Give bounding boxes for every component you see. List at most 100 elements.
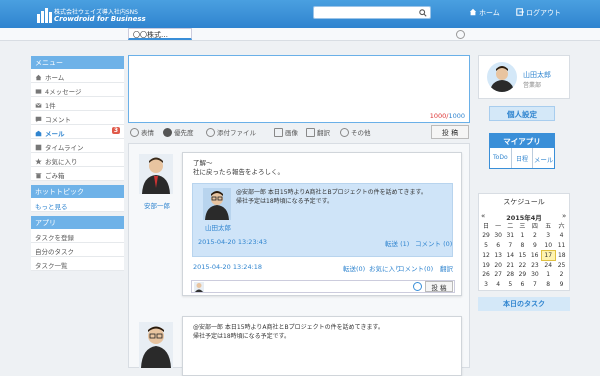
sidebar-item-mail[interactable]: メール 3 [31, 125, 124, 139]
sidebar-item-task-list[interactable]: タスク一覧 [31, 257, 124, 271]
reply-post-button[interactable]: 投 稿 [425, 281, 453, 292]
nav-logout-link[interactable]: ログアウト [516, 8, 561, 18]
sidebar: メニュー ホーム 4メッセージ 1件 コメント メール 3 タイムライン お気に入… [31, 55, 124, 271]
calendar-day[interactable]: 2 [528, 231, 541, 241]
author-avatar[interactable] [139, 154, 173, 194]
post-composer-textarea[interactable]: 1000/1000 [128, 55, 470, 123]
calendar-day[interactable]: 9 [528, 241, 541, 251]
myapp-schedule-button[interactable]: 日程 [512, 148, 534, 168]
search-input[interactable] [313, 6, 431, 19]
emoji-tool[interactable]: 表情 [130, 127, 154, 137]
calendar-day[interactable]: 12 [480, 250, 492, 260]
post-translate-link[interactable]: 翻訳 [440, 263, 453, 273]
quoted-author-avatar[interactable] [203, 188, 231, 220]
calendar-day[interactable]: 25 [555, 260, 568, 270]
calendar-day[interactable]: 6 [492, 241, 504, 251]
calendar-day[interactable]: 31 [504, 231, 516, 241]
calendar-day[interactable]: 16 [528, 250, 541, 260]
app-logo[interactable]: 株式会社ウェイズ導入社内SNS Crowdroid for Business [36, 6, 146, 24]
post-forward-link[interactable]: 転送(0) [343, 263, 365, 273]
calendar-day[interactable]: 14 [504, 250, 516, 260]
sidebar-item-trash[interactable]: ごみ箱 [31, 167, 124, 181]
myapp-mail-button[interactable]: メール [533, 148, 554, 168]
calendar-day[interactable]: 7 [528, 280, 541, 290]
calendar-day[interactable]: 18 [555, 250, 568, 260]
more-tool[interactable]: その他 [340, 127, 371, 137]
calendar-day[interactable]: 6 [516, 280, 528, 290]
calendar-day[interactable]: 8 [516, 241, 528, 251]
translate-icon [306, 128, 315, 137]
calendar-day[interactable]: 30 [528, 270, 541, 280]
translate-tool[interactable]: 翻訳 [306, 127, 330, 137]
calendar-day[interactable]: 19 [480, 260, 492, 270]
calendar-day[interactable]: 17 [540, 249, 556, 261]
calendar-weekday: 四 [531, 223, 538, 231]
personal-settings-button[interactable]: 個人設定 [489, 106, 555, 121]
sidebar-item-comment[interactable]: コメント [31, 111, 124, 125]
sidebar-item-favorites[interactable]: お気に入り [31, 153, 124, 167]
sidebar-item-timeline[interactable]: タイムライン [31, 139, 124, 153]
sidebar-item-my-tasks[interactable]: 自分のタスク [31, 243, 124, 257]
profile-avatar[interactable] [487, 62, 517, 92]
profile-name[interactable]: 山田太郎 [523, 70, 551, 80]
sidebar-item-envelope[interactable]: 1件 [31, 97, 124, 111]
sidebar-item-messages[interactable]: 4メッセージ [31, 83, 124, 97]
calendar-day[interactable]: 23 [528, 260, 541, 270]
calendar-day[interactable]: 4 [555, 231, 568, 241]
calendar-day[interactable]: 1 [541, 270, 555, 280]
calendar-day[interactable]: 10 [541, 241, 555, 251]
author-avatar[interactable] [139, 322, 173, 368]
calendar-day[interactable]: 3 [480, 280, 492, 290]
calendar-day[interactable]: 29 [480, 231, 492, 241]
post-favorite-link[interactable]: お気に入り [369, 263, 402, 273]
post-button[interactable]: 投 稿 [431, 125, 469, 139]
calendar-day[interactable]: 21 [504, 260, 516, 270]
myapp-todo-button[interactable]: ToDo [490, 148, 512, 168]
sidebar-item-home[interactable]: ホーム [31, 69, 124, 83]
calendar-day[interactable]: 3 [541, 231, 555, 241]
calendar-day[interactable]: 29 [516, 270, 528, 280]
priority-tool[interactable]: 優先度 [163, 127, 194, 137]
calendar-day[interactable]: 26 [480, 270, 492, 280]
post-card: @安部一郎 本日15時よりA商社とBプロジェクトの件を話めてきます。 帰社予定は… [182, 316, 462, 376]
author-name[interactable]: 安部一郎 [144, 200, 170, 210]
calendar-day[interactable]: 8 [541, 280, 555, 290]
exclamation-icon [163, 128, 172, 137]
calendar-day[interactable]: 4 [492, 280, 504, 290]
calendar-day[interactable]: 7 [504, 241, 516, 251]
more-icon [340, 128, 349, 137]
attach-file-tool[interactable]: 添付ファイル [206, 127, 256, 137]
calendar-day[interactable]: 2 [555, 270, 568, 280]
calendar-day[interactable]: 13 [492, 250, 504, 260]
calendar-next-button[interactable]: » [562, 212, 566, 220]
tab-company[interactable]: 〇〇株式… [128, 28, 192, 40]
calendar-day[interactable]: 22 [516, 260, 528, 270]
calendar-day[interactable]: 24 [541, 260, 555, 270]
quoted-forward-link[interactable]: 転送 (1) [385, 238, 409, 248]
nav-home-link[interactable]: ホーム [469, 8, 500, 18]
close-icon[interactable] [456, 30, 465, 39]
calendar-day[interactable]: 30 [492, 231, 504, 241]
calendar-day[interactable]: 15 [516, 250, 528, 260]
calendar-day[interactable]: 5 [480, 241, 492, 251]
today-tasks-header[interactable]: 本日のタスク [478, 297, 570, 311]
calendar-day[interactable]: 28 [504, 270, 516, 280]
calendar-day[interactable]: 20 [492, 260, 504, 270]
reply-input[interactable]: 投 稿 [191, 280, 455, 293]
smiley-icon[interactable] [413, 282, 422, 291]
character-count: 1000 [429, 112, 447, 120]
sidebar-item-register-task[interactable]: タスクを登録 [31, 229, 124, 243]
quoted-author-name[interactable]: 山田太郎 [205, 222, 231, 232]
image-tool[interactable]: 画像 [274, 127, 298, 137]
post-comment-link[interactable]: コメント(0) [398, 263, 433, 273]
calendar-day[interactable]: 11 [555, 241, 568, 251]
search-icon[interactable] [419, 9, 427, 17]
character-counter: 1000/1000 [429, 112, 465, 120]
paperclip-icon [206, 128, 215, 137]
calendar-day[interactable]: 9 [555, 280, 568, 290]
calendar-day[interactable]: 5 [504, 280, 516, 290]
calendar-day[interactable]: 1 [516, 231, 528, 241]
calendar-day[interactable]: 27 [492, 270, 504, 280]
quoted-comment-link[interactable]: コメント (0) [415, 238, 452, 248]
sidebar-hot-more-link[interactable]: もっと見る [31, 198, 124, 212]
